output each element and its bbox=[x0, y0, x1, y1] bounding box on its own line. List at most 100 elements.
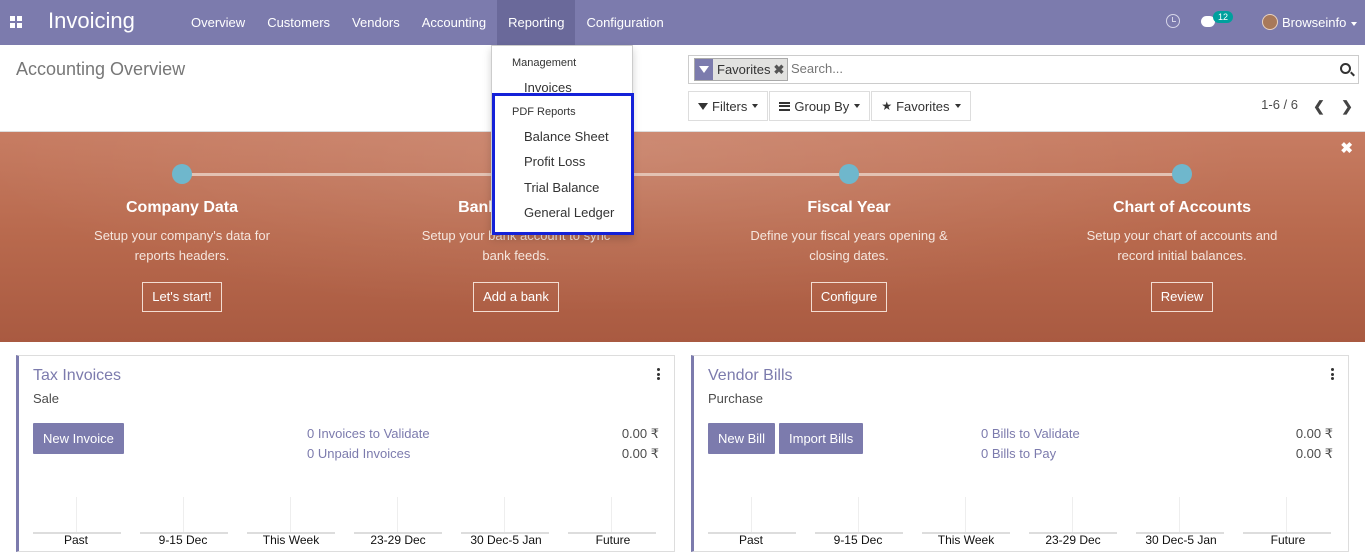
graph-axis-label: Future bbox=[595, 533, 631, 547]
pager-value[interactable]: 1-6 / 6 bbox=[1261, 97, 1298, 112]
user-avatar[interactable] bbox=[1262, 14, 1278, 30]
menu-accounting[interactable]: Accounting bbox=[411, 0, 497, 45]
graph-axis-label: 9-15 Dec bbox=[158, 533, 208, 547]
graph-axis-label: Past bbox=[63, 533, 88, 547]
add-bank-button[interactable]: Add a bank bbox=[473, 282, 559, 312]
unpaid-invoices-link[interactable]: 0 Unpaid Invoices bbox=[307, 446, 410, 461]
import-bills-button[interactable]: Import Bills bbox=[779, 423, 864, 454]
graph-axis-label: 23-29 Dec bbox=[370, 533, 426, 547]
graph-gridline bbox=[76, 497, 77, 534]
graph-axis-label: This Week bbox=[937, 533, 995, 547]
reporting-dropdown: Management Invoices PDF Reports Balance … bbox=[491, 45, 633, 235]
page-title: Accounting Overview bbox=[16, 59, 186, 79]
step-fiscal-year: Fiscal Year Define your fiscal years ope… bbox=[719, 199, 979, 312]
graph-gridline bbox=[751, 497, 752, 534]
favorites-button[interactable]: ★ Favorites bbox=[871, 91, 971, 121]
chevron-right-icon[interactable]: ❯ bbox=[1339, 98, 1355, 114]
menu-reporting[interactable]: Reporting bbox=[497, 0, 576, 45]
favorites-label: Favorites bbox=[896, 98, 950, 114]
caret-down-icon bbox=[752, 104, 759, 108]
dropdown-item-profit-loss[interactable]: Profit Loss bbox=[524, 154, 585, 169]
graph-gridline bbox=[611, 497, 612, 534]
chevron-left-icon[interactable]: ❮ bbox=[1311, 98, 1327, 114]
search-box: Favorites ✖ bbox=[688, 55, 1359, 84]
graph-gridline bbox=[397, 497, 398, 534]
close-icon[interactable]: ✖ bbox=[1340, 139, 1353, 157]
apps-menu-icon[interactable] bbox=[10, 16, 22, 28]
dropdown-item-trial-balance[interactable]: Trial Balance bbox=[524, 180, 599, 195]
dropdown-item-invoices[interactable]: Invoices bbox=[524, 80, 572, 95]
lets-start-button[interactable]: Let's start! bbox=[142, 282, 222, 312]
search-icon[interactable] bbox=[1340, 63, 1351, 74]
onboarding-progress-line bbox=[182, 173, 1182, 176]
filter-icon bbox=[698, 102, 708, 110]
graph-axis-label: Future bbox=[1270, 533, 1306, 547]
tax-invoices-card: Tax Invoices Sale New Invoice 0 Invoices… bbox=[16, 355, 675, 552]
graph-gridline bbox=[858, 497, 859, 534]
activity-clock-icon[interactable] bbox=[1166, 14, 1180, 28]
step-description: Define your fiscal years opening & closi… bbox=[750, 228, 948, 263]
new-bill-button[interactable]: New Bill bbox=[708, 423, 775, 454]
control-panel: Accounting Overview Favorites ✖ Filters … bbox=[0, 45, 1365, 132]
graph-gridline bbox=[290, 497, 291, 534]
bills-to-pay-amount: 0.00 ₹ bbox=[1295, 446, 1333, 461]
card-title[interactable]: Vendor Bills bbox=[708, 367, 793, 385]
graph-axis-label: This Week bbox=[262, 533, 320, 547]
bills-to-pay-link[interactable]: 0 Bills to Pay bbox=[981, 446, 1056, 461]
onboarding-banner: ✖ Company Data Setup your company's data… bbox=[0, 132, 1365, 342]
card-subtitle: Purchase bbox=[708, 391, 763, 406]
user-name: Browseinfo bbox=[1282, 15, 1347, 30]
card-title[interactable]: Tax Invoices bbox=[33, 367, 121, 385]
filter-funnel-icon bbox=[695, 59, 713, 80]
facet-label: Favorites bbox=[717, 62, 771, 77]
invoices-graph bbox=[33, 497, 659, 534]
step-description: Setup your chart of accounts and record … bbox=[1086, 228, 1278, 263]
bills-to-validate-amount: 0.00 ₹ bbox=[1295, 426, 1333, 441]
new-invoice-button[interactable]: New Invoice bbox=[33, 423, 124, 454]
kebab-menu-icon[interactable] bbox=[657, 368, 660, 380]
step-company-data: Company Data Setup your company's data f… bbox=[52, 199, 312, 312]
dropdown-header-management: Management bbox=[512, 57, 577, 69]
graph-gridline bbox=[183, 497, 184, 534]
top-navbar: Invoicing Overview Customers Vendors Acc… bbox=[0, 0, 1365, 45]
search-facet: Favorites ✖ bbox=[694, 58, 789, 81]
caret-down-icon bbox=[1351, 21, 1358, 26]
step-dot bbox=[1172, 164, 1192, 184]
graph-axis-label: 30 Dec-5 Jan bbox=[1145, 533, 1217, 547]
graph-gridline bbox=[1179, 497, 1180, 534]
card-subtitle: Sale bbox=[33, 391, 60, 406]
invoices-to-validate-amount: 0.00 ₹ bbox=[621, 426, 659, 441]
menu-overview[interactable]: Overview bbox=[180, 0, 256, 45]
step-title: Fiscal Year bbox=[807, 199, 891, 216]
app-brand: Invoicing bbox=[48, 8, 135, 33]
star-icon: ★ bbox=[881, 99, 893, 113]
dropdown-item-general-ledger[interactable]: General Ledger bbox=[524, 205, 614, 220]
caret-down-icon bbox=[854, 104, 861, 108]
menu-customers[interactable]: Customers bbox=[256, 0, 341, 45]
graph-gridline bbox=[504, 497, 505, 534]
graph-axis-label: 9-15 Dec bbox=[833, 533, 883, 547]
step-chart-of-accounts: Chart of Accounts Setup your chart of ac… bbox=[1052, 199, 1312, 312]
configure-button[interactable]: Configure bbox=[810, 282, 888, 312]
graph-gridline bbox=[965, 497, 966, 534]
review-button[interactable]: Review bbox=[1150, 282, 1214, 312]
bills-graph bbox=[708, 497, 1334, 534]
menu-configuration[interactable]: Configuration bbox=[575, 0, 674, 45]
chat-count-badge: 12 bbox=[1213, 11, 1234, 23]
kebab-menu-icon[interactable] bbox=[1331, 368, 1334, 380]
invoices-to-validate-link[interactable]: 0 Invoices to Validate bbox=[307, 426, 430, 441]
facet-remove-icon[interactable]: ✖ bbox=[773, 59, 785, 80]
menu-vendors[interactable]: Vendors bbox=[341, 0, 411, 45]
list-icon bbox=[779, 101, 791, 111]
graph-gridline bbox=[1072, 497, 1073, 534]
vendor-bills-card: Vendor Bills Purchase New Bill Import Bi… bbox=[691, 355, 1349, 552]
groupby-button[interactable]: Group By bbox=[769, 91, 871, 121]
bills-to-validate-link[interactable]: 0 Bills to Validate bbox=[981, 426, 1080, 441]
user-menu[interactable]: Browseinfo bbox=[1282, 0, 1358, 45]
search-input[interactable] bbox=[791, 61, 1321, 76]
graph-axis-label: 30 Dec-5 Jan bbox=[470, 533, 542, 547]
dropdown-header-pdf-reports: PDF Reports bbox=[512, 106, 576, 118]
unpaid-invoices-amount: 0.00 ₹ bbox=[621, 446, 659, 461]
dropdown-item-balance-sheet[interactable]: Balance Sheet bbox=[524, 129, 609, 144]
filters-button[interactable]: Filters bbox=[688, 91, 769, 121]
